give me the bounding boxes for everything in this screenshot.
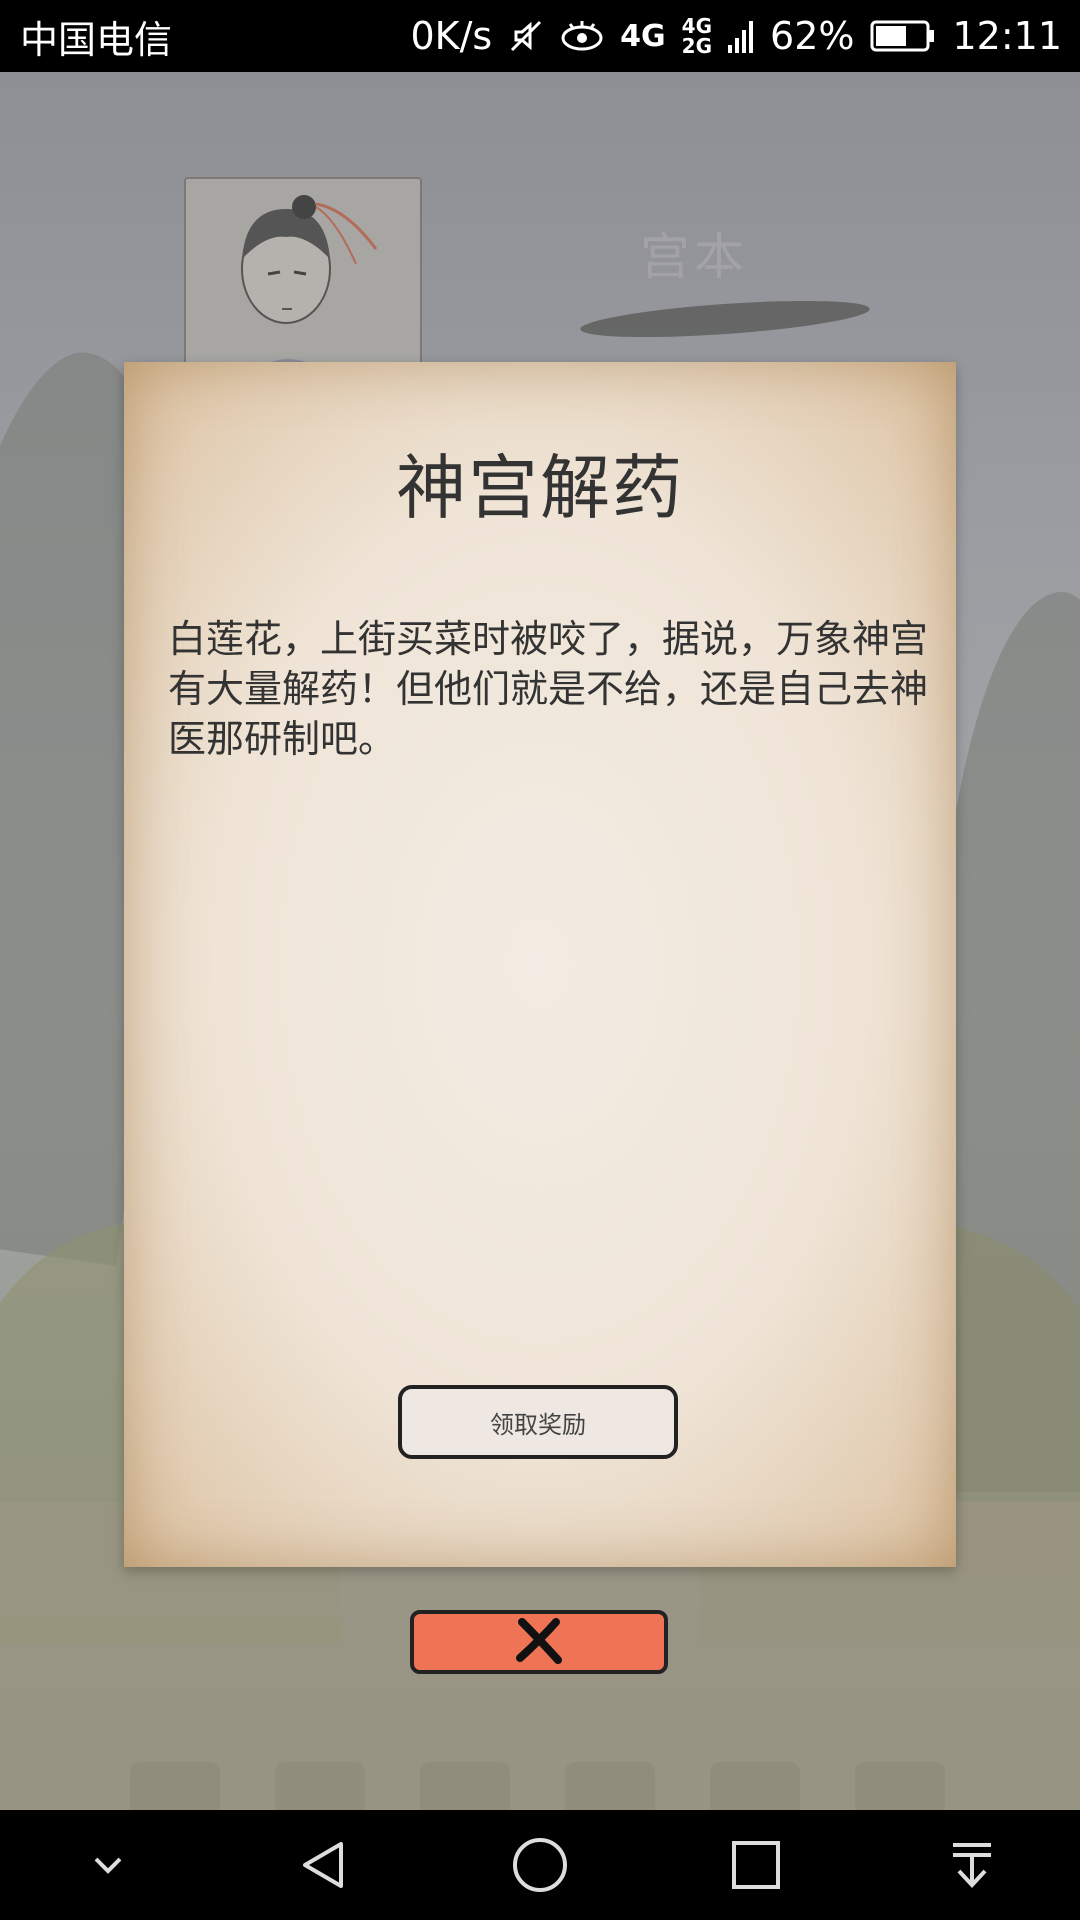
clock: 12:11 <box>952 14 1062 58</box>
dialog-title: 神宫解药 <box>396 447 684 529</box>
chevron-down-icon[interactable] <box>63 1820 153 1910</box>
eye-comfort-icon <box>560 20 604 52</box>
recents-icon[interactable] <box>711 1820 801 1910</box>
network-type-secondary: 4G <box>681 14 713 38</box>
character-portrait[interactable] <box>184 177 422 381</box>
status-bar: 中国电信 0K/s 4G 4G 2G 62% 12:11 <box>0 0 1080 72</box>
game-menu-icon-2[interactable] <box>275 1762 365 1810</box>
network-type-tertiary: 2G <box>681 34 713 58</box>
close-icon <box>512 1616 566 1668</box>
net-speed: 0K/s <box>410 14 493 58</box>
game-menu-icon-6[interactable] <box>855 1762 945 1810</box>
game-menu-icon-1[interactable] <box>130 1762 220 1810</box>
battery-percent: 62% <box>770 14 855 58</box>
close-button[interactable] <box>410 1610 668 1674</box>
claim-reward-button[interactable]: 领取奖励 <box>398 1385 678 1459</box>
status-icons: 0K/s 4G 4G 2G 62% 12:11 <box>410 14 1062 58</box>
back-icon[interactable] <box>279 1820 369 1910</box>
carrier-label: 中国电信 <box>20 17 173 62</box>
screen: 中国电信 0K/s 4G 4G 2G 62% 12:11 宫本 神宫解药 白莲花… <box>0 0 1080 1920</box>
brush-stroke-decoration <box>579 293 871 345</box>
home-icon[interactable] <box>495 1820 585 1910</box>
navigation-bar <box>0 1810 1080 1920</box>
dialog-body: 白莲花，上街买菜时被咬了，据说，万象神宫有大量解药！但他们就是不给，还是自己去神… <box>168 617 929 761</box>
quest-dialog: 神宫解药 白莲花，上街买菜时被咬了，据说，万象神宫有大量解药！但他们就是不给，还… <box>124 362 956 1567</box>
character-name: 宫本 <box>640 228 748 286</box>
battery-fill <box>876 26 907 46</box>
signal-icon <box>728 19 754 53</box>
notification-pull-icon[interactable] <box>927 1820 1017 1910</box>
mute-icon <box>508 18 544 54</box>
network-type-dual: 4G 2G <box>682 16 712 56</box>
battery-icon <box>870 19 936 53</box>
network-type: 4G <box>620 18 666 54</box>
game-menu-icon-3[interactable] <box>420 1762 510 1810</box>
game-menu-icon-5[interactable] <box>710 1762 800 1810</box>
game-menu-icon-4[interactable] <box>565 1762 655 1810</box>
